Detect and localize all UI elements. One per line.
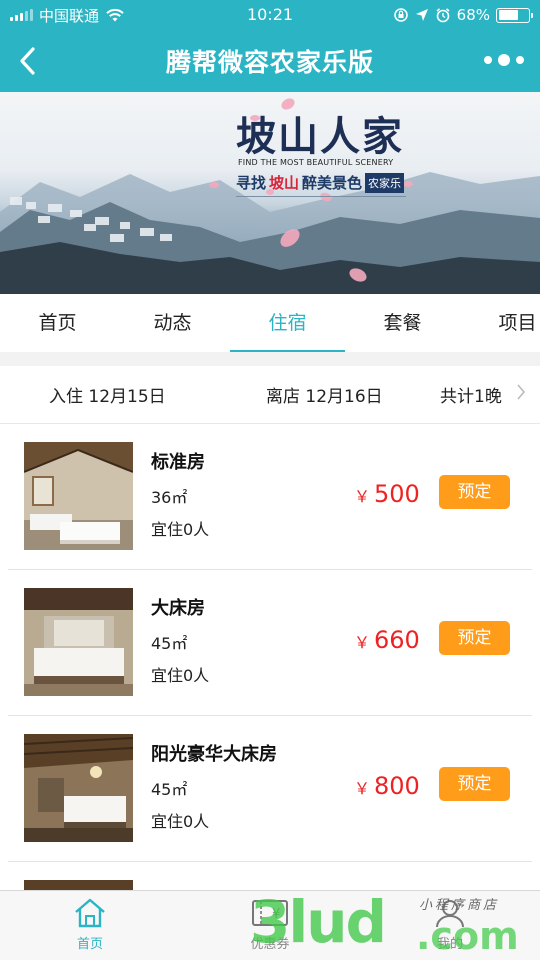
- nav-bar: 腾帮微容农家乐版: [0, 30, 540, 92]
- top-bar: 中国联通 10:21 68% 腾帮微容农家乐版: [0, 0, 540, 92]
- tab-lodging[interactable]: 住宿: [230, 294, 345, 352]
- bottom-tab-bar: 首页 ¥ 优惠券 我的: [0, 890, 540, 960]
- status-right: 68%: [393, 6, 533, 24]
- slogan-box: 农家乐: [365, 172, 405, 193]
- slogan-highlight: 坡山: [269, 174, 300, 192]
- tabbar-mine-label: 我的: [436, 937, 463, 952]
- room-photo: [24, 442, 133, 550]
- page: 中国联通 10:21 68% 腾帮微容农家乐版 坡山人家 FIND THE MO…: [0, 0, 540, 960]
- slogan-part1: 寻找: [236, 174, 267, 192]
- status-left: 中国联通: [10, 5, 125, 26]
- date-selector[interactable]: 入住 12月15日 离店 12月16日 共计1晚: [0, 366, 540, 424]
- banner-divider: [236, 196, 406, 197]
- tab-home[interactable]: 首页: [0, 294, 115, 352]
- hero-banner[interactable]: 坡山人家 FIND THE MOST BEAUTIFUL SCENERY 寻找坡…: [0, 92, 540, 294]
- tab-packages[interactable]: 套餐: [345, 294, 460, 352]
- price-value: 800: [374, 772, 420, 800]
- room-price: ￥ 500: [354, 480, 420, 508]
- book-button[interactable]: 预定: [439, 475, 510, 509]
- book-button[interactable]: 预定: [439, 767, 510, 801]
- currency-symbol: ￥: [354, 487, 371, 506]
- room-name: 标准房: [151, 452, 205, 473]
- checkout-date[interactable]: 离店 12月16日: [266, 382, 383, 407]
- wifi-icon: [106, 8, 124, 21]
- signal-icon: [10, 9, 33, 21]
- banner-slogan: 寻找 坡山 醉美景色 农家乐: [236, 172, 405, 193]
- more-dots-icon-right: [516, 56, 524, 64]
- room-capacity: 宜住0人: [151, 520, 210, 539]
- battery-percent: 68%: [456, 6, 490, 24]
- room-photo: [24, 588, 133, 696]
- currency-symbol: ￥: [354, 779, 371, 798]
- room-area: 45㎡: [151, 634, 188, 653]
- room-item[interactable]: 标准房 36㎡ 宜住0人 ￥ 500 预定: [8, 424, 532, 570]
- page-title: 腾帮微容农家乐版: [165, 48, 374, 77]
- tabbar-coupon[interactable]: ¥ 优惠券: [180, 891, 360, 960]
- chevron-right-icon: [517, 384, 526, 400]
- carrier-label: 中国联通: [39, 6, 100, 25]
- chevron-left-icon: [20, 47, 35, 75]
- battery-fill: [498, 10, 519, 20]
- tabbar-coupon-label: 优惠券: [250, 937, 290, 952]
- tabbar-mine[interactable]: 我的: [360, 891, 540, 960]
- tabbar-home[interactable]: 首页: [0, 891, 180, 960]
- slogan-part2: 醉美景色: [302, 174, 363, 192]
- tabbar-home-label: 首页: [76, 937, 103, 952]
- location-arrow-icon: [415, 9, 428, 21]
- price-value: 500: [374, 480, 420, 508]
- more-dots-icon-center: [498, 54, 510, 66]
- alarm-icon: [436, 8, 450, 23]
- svg-text:¥: ¥: [272, 907, 280, 922]
- room-item[interactable]: 大床房 45㎡ 宜住0人 ￥ 660 预定: [8, 570, 532, 716]
- room-photo: [24, 734, 133, 842]
- room-area: 45㎡: [151, 780, 188, 799]
- banner-english: FIND THE MOST BEAUTIFUL SCENERY: [238, 158, 394, 167]
- currency-symbol: ￥: [354, 633, 371, 652]
- coupon-icon: ¥: [252, 900, 288, 926]
- status-bar: 中国联通 10:21 68%: [0, 0, 540, 30]
- price-value: 660: [374, 626, 420, 654]
- room-capacity: 宜住0人: [151, 666, 210, 685]
- nights-total: 共计1晚: [440, 387, 502, 407]
- room-name: 阳光豪华大床房: [151, 744, 277, 765]
- tab-projects[interactable]: 项目: [460, 294, 540, 352]
- room-name: 大床房: [151, 598, 205, 619]
- room-capacity: 宜住0人: [151, 812, 210, 831]
- battery-icon: [496, 7, 533, 23]
- more-dots-icon: [484, 56, 492, 64]
- room-area: 36㎡: [151, 488, 188, 507]
- home-icon: [75, 898, 105, 928]
- banner-logo: 坡山人家: [236, 113, 404, 160]
- tab-news[interactable]: 动态: [115, 294, 230, 352]
- checkin-date[interactable]: 入住 12月15日: [49, 382, 166, 407]
- rotation-lock-icon: [393, 8, 408, 22]
- category-tabs: 首页 动态 住宿 套餐 项目: [0, 294, 540, 352]
- room-price: ￥ 800: [354, 772, 420, 800]
- more-button[interactable]: [484, 50, 524, 70]
- room-item[interactable]: 阳光豪华大床房 45㎡ 宜住0人 ￥ 800 预定: [8, 716, 532, 862]
- room-price: ￥ 660: [354, 626, 420, 654]
- user-icon: [436, 900, 464, 928]
- back-button[interactable]: [10, 43, 46, 79]
- room-list: 标准房 36㎡ 宜住0人 ￥ 500 预定 大床房 45㎡ 宜住0人 ￥ 660…: [0, 424, 540, 902]
- book-button[interactable]: 预定: [439, 621, 510, 655]
